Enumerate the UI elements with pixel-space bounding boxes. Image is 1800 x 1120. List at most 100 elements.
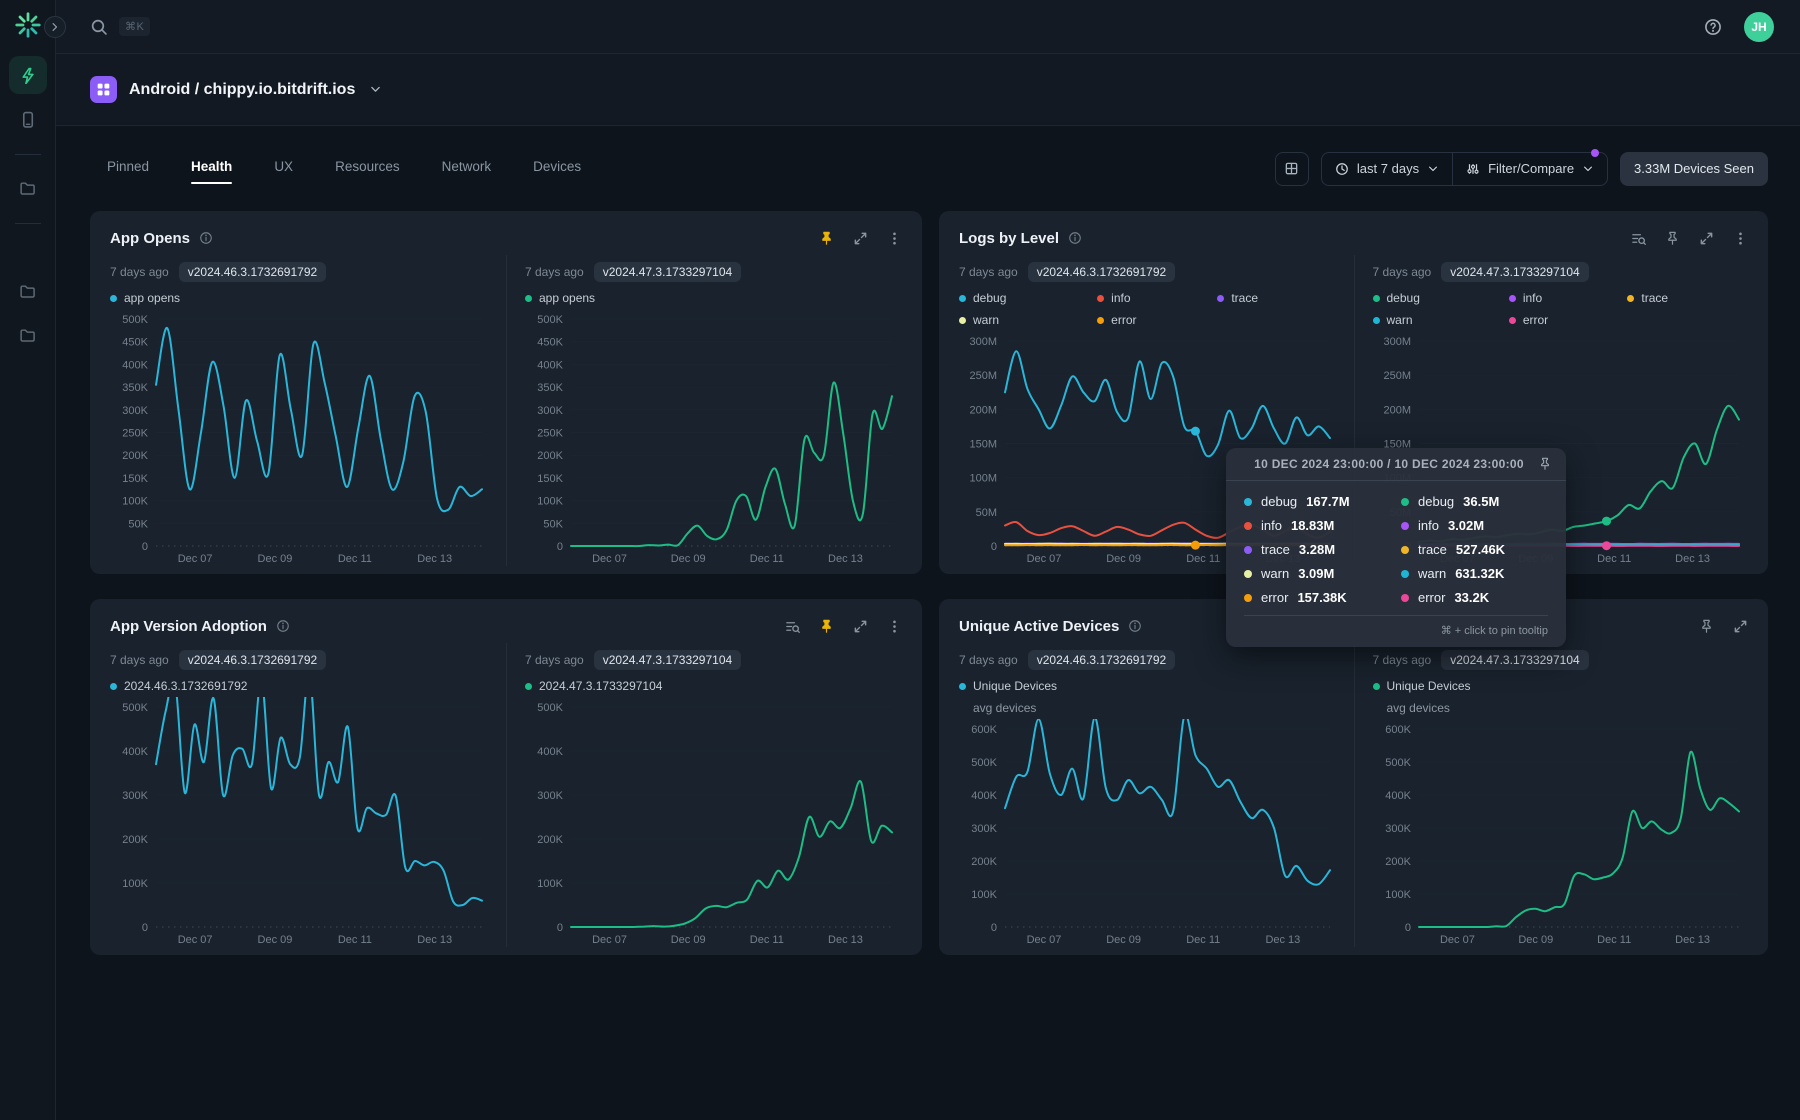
line-chart[interactable]: 600K500K400K300K200K100K0Dec 07Dec 09Dec… xyxy=(959,719,1338,947)
tab-devices[interactable]: Devices xyxy=(533,147,581,190)
age-label: 7 days ago xyxy=(959,265,1018,279)
tooltip-row: error33.2K xyxy=(1401,590,1548,605)
svg-text:Dec 07: Dec 07 xyxy=(1027,553,1062,565)
list-search-icon[interactable] xyxy=(785,619,800,634)
legend-item[interactable]: avg devices xyxy=(959,701,1338,715)
legend-item[interactable]: error xyxy=(1509,313,1628,327)
card-title: App Opens xyxy=(110,230,190,247)
legend-item[interactable]: trace xyxy=(1627,291,1746,305)
hover-marker xyxy=(1602,541,1611,550)
chevron-right-icon xyxy=(49,21,61,33)
pin-icon[interactable] xyxy=(1699,619,1714,634)
tooltip-label: trace xyxy=(1261,542,1290,557)
expand-icon[interactable] xyxy=(1733,619,1748,634)
sidebar-item-dashboards[interactable] xyxy=(9,56,47,94)
svg-text:400K: 400K xyxy=(122,359,148,371)
legend-label: error xyxy=(1111,313,1136,327)
sidebar-item-folder-1[interactable] xyxy=(9,169,47,207)
chart-legend: Unique Devices avg devices xyxy=(1373,679,1747,715)
legend-label: app opens xyxy=(539,291,595,305)
line-chart[interactable]: 500K450K400K350K300K250K200K150K100K50K0… xyxy=(110,309,490,566)
sidebar-item-folder-2[interactable] xyxy=(9,272,47,310)
kebab-icon[interactable] xyxy=(1733,231,1748,246)
legend-item[interactable]: debug xyxy=(959,291,1097,305)
info-icon[interactable] xyxy=(276,619,290,633)
svg-text:Dec 09: Dec 09 xyxy=(1106,553,1141,565)
sidebar-expand-button[interactable] xyxy=(44,16,66,38)
info-icon[interactable] xyxy=(1128,619,1142,633)
legend-item[interactable]: trace xyxy=(1217,291,1337,305)
logo-icon[interactable] xyxy=(13,10,43,40)
line-chart[interactable]: 500K400K300K200K100K0Dec 07Dec 09Dec 11D… xyxy=(110,697,490,947)
list-search-icon[interactable] xyxy=(1631,231,1646,246)
tab-ux[interactable]: UX xyxy=(274,147,293,190)
tooltip-column: debug167.7Minfo18.83Mtrace3.28Mwarn3.09M… xyxy=(1244,494,1391,605)
legend-label: error xyxy=(1523,313,1548,327)
app-grid-icon xyxy=(90,76,117,103)
info-icon[interactable] xyxy=(199,231,213,245)
devices-seen-button[interactable]: 3.33M Devices Seen xyxy=(1620,152,1768,186)
tab-resources[interactable]: Resources xyxy=(335,147,400,190)
legend-item[interactable]: avg devices xyxy=(1373,701,1747,715)
chart-legend: app opens xyxy=(110,291,490,305)
legend-item[interactable]: warn xyxy=(959,313,1097,327)
pin-icon[interactable] xyxy=(819,619,834,634)
legend-item[interactable]: warn xyxy=(1373,313,1509,327)
tab-pinned[interactable]: Pinned xyxy=(107,147,149,190)
legend-item[interactable]: app opens xyxy=(110,291,490,305)
legend-item[interactable]: info xyxy=(1509,291,1628,305)
tooltip-label: debug xyxy=(1261,494,1297,509)
sidebar-divider xyxy=(15,223,41,224)
legend-item[interactable]: debug xyxy=(1373,291,1509,305)
svg-text:Dec 07: Dec 07 xyxy=(178,934,213,946)
grid-layout-icon xyxy=(1284,161,1299,176)
svg-text:400K: 400K xyxy=(122,746,148,758)
legend-item[interactable]: info xyxy=(1097,291,1217,305)
legend-item[interactable]: Unique Devices xyxy=(1373,679,1747,693)
svg-text:50K: 50K xyxy=(128,518,148,530)
layout-toggle-button[interactable] xyxy=(1275,152,1309,186)
pin-tooltip-icon[interactable] xyxy=(1538,457,1552,471)
line-chart[interactable]: 500K450K400K350K300K250K200K150K100K50K0… xyxy=(525,309,900,566)
version-badge: v2024.47.3.1733297104 xyxy=(594,650,741,670)
version-badge: v2024.46.3.1732691792 xyxy=(1028,262,1175,282)
legend-item[interactable]: 2024.46.3.1732691792 xyxy=(110,679,490,693)
svg-text:400K: 400K xyxy=(537,746,563,758)
legend-label: info xyxy=(1523,291,1542,305)
filter-compare-selector[interactable]: Filter/Compare xyxy=(1453,153,1607,185)
tooltip-value: 631.32K xyxy=(1455,566,1504,581)
expand-icon[interactable] xyxy=(853,231,868,246)
legend-label: trace xyxy=(1231,291,1258,305)
svg-text:100K: 100K xyxy=(537,496,563,508)
svg-text:Dec 07: Dec 07 xyxy=(592,553,627,565)
help-button[interactable] xyxy=(1704,18,1722,36)
legend-label: trace xyxy=(1641,291,1668,305)
sidebar-item-folder-3[interactable] xyxy=(9,316,47,354)
svg-text:Dec 13: Dec 13 xyxy=(828,553,863,565)
line-chart[interactable]: 600K500K400K300K200K100K0Dec 07Dec 09Dec… xyxy=(1373,719,1747,947)
svg-text:0: 0 xyxy=(991,922,997,934)
time-range-selector[interactable]: last 7 days xyxy=(1322,153,1452,185)
pin-icon[interactable] xyxy=(1665,231,1680,246)
expand-icon[interactable] xyxy=(853,619,868,634)
tab-health[interactable]: Health xyxy=(191,147,232,190)
avatar[interactable]: JH xyxy=(1744,12,1774,42)
legend-dot xyxy=(110,295,117,302)
expand-icon[interactable] xyxy=(1699,231,1714,246)
app-switcher-button[interactable] xyxy=(369,83,382,96)
svg-text:Dec 11: Dec 11 xyxy=(1186,934,1220,946)
legend-item[interactable]: Unique Devices xyxy=(959,679,1338,693)
tab-network[interactable]: Network xyxy=(442,147,492,190)
search-button[interactable]: ⌘K xyxy=(90,17,150,36)
kebab-icon[interactable] xyxy=(887,231,902,246)
line-chart[interactable]: 500K400K300K200K100K0Dec 07Dec 09Dec 11D… xyxy=(525,697,900,947)
legend-item[interactable]: 2024.47.3.1733297104 xyxy=(525,679,900,693)
legend-item[interactable]: app opens xyxy=(525,291,900,305)
pin-icon[interactable] xyxy=(819,231,834,246)
tooltip-label: warn xyxy=(1261,566,1289,581)
legend-item[interactable]: error xyxy=(1097,313,1217,327)
sidebar-item-devices[interactable] xyxy=(9,100,47,138)
info-icon[interactable] xyxy=(1068,231,1082,245)
tooltip-row: trace527.46K xyxy=(1401,542,1548,557)
kebab-icon[interactable] xyxy=(887,619,902,634)
